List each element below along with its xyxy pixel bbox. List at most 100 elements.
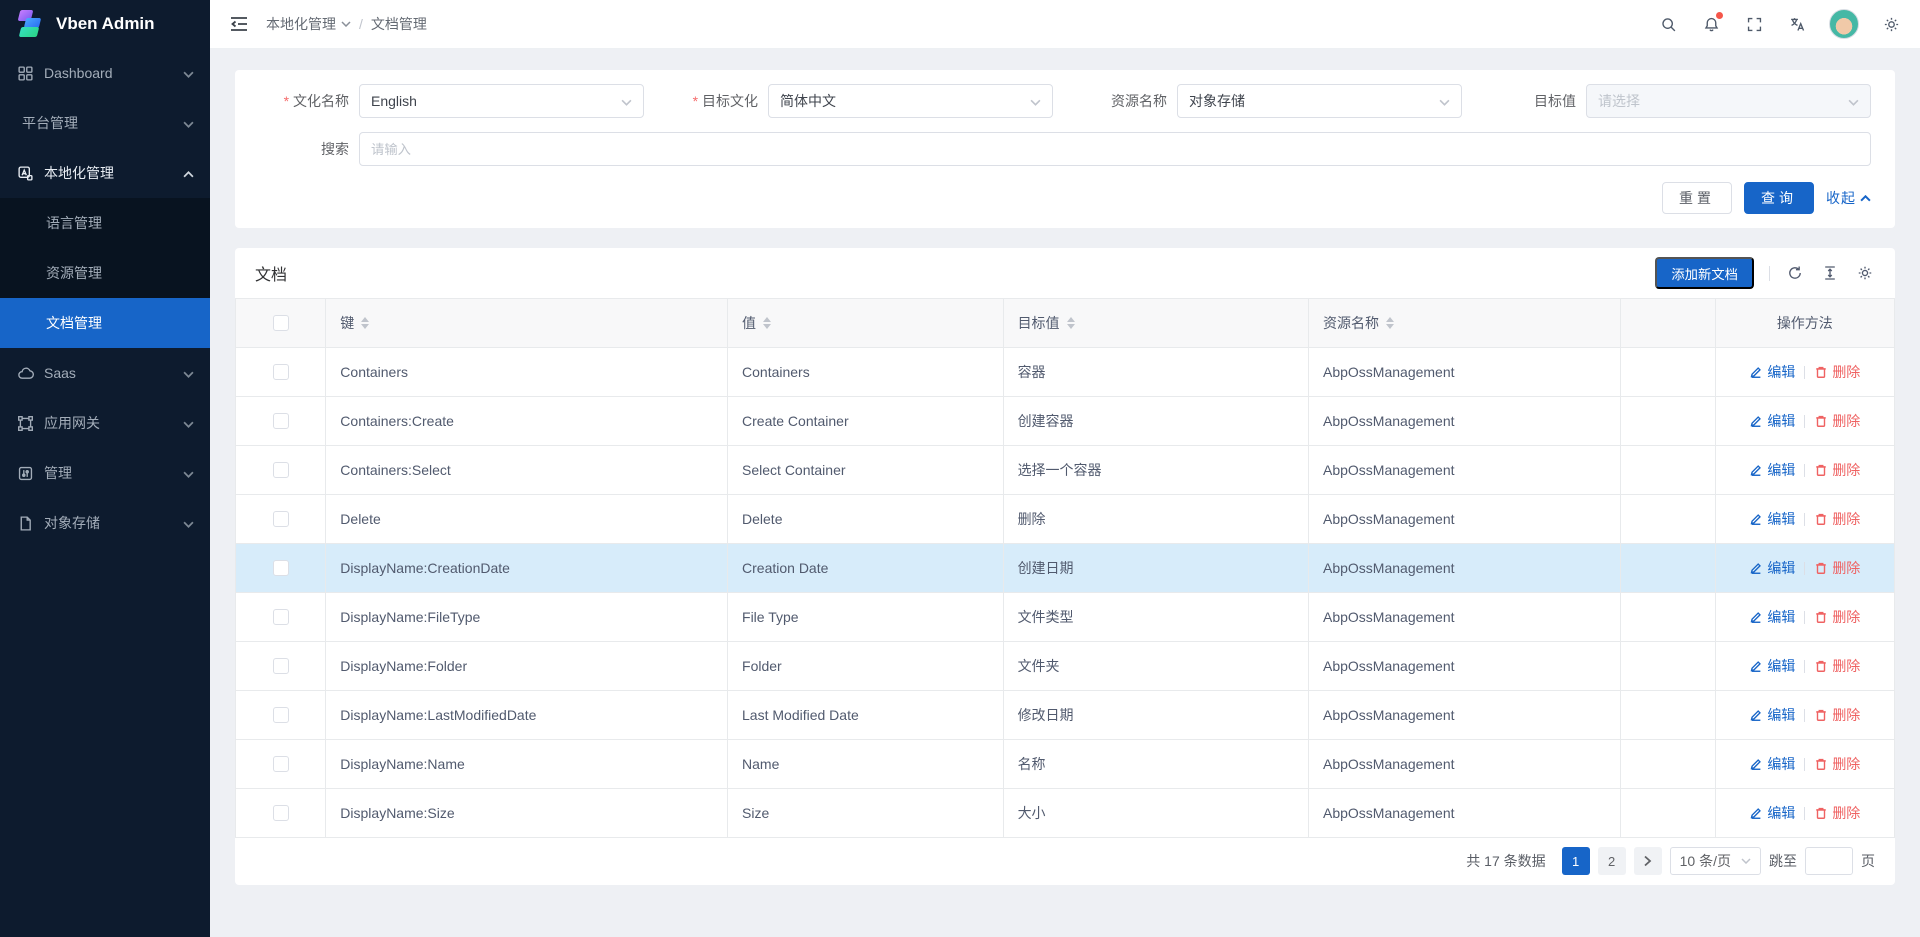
cell-resource: AbpOssManagement [1309,446,1621,495]
fullscreen-icon[interactable] [1743,13,1765,35]
delete-button[interactable]: 删除 [1814,656,1860,676]
file-icon [16,514,34,532]
next-page-button[interactable] [1634,847,1662,875]
toolbar-divider [1769,266,1770,281]
delete-button[interactable]: 删除 [1814,705,1860,725]
page-size-select[interactable]: 10 条/页 [1670,847,1761,875]
column-header-value[interactable]: 值 [728,299,1004,348]
target-value-select[interactable]: 请选择 [1586,84,1871,118]
filter-actions: 重置 查询 收起 [259,182,1871,214]
sidebar-item-management[interactable]: 管理 [0,448,210,498]
cell-value: Name [728,740,1004,789]
column-height-icon[interactable] [1820,263,1840,283]
resource-name-select[interactable]: 对象存储 [1177,84,1462,118]
row-checkbox[interactable] [273,462,289,478]
column-header-target[interactable]: 目标值 [1004,299,1309,348]
delete-button[interactable]: 删除 [1814,362,1860,382]
edit-button[interactable]: 编辑 [1749,411,1795,431]
search-input[interactable] [359,132,1871,166]
bell-icon[interactable] [1700,13,1722,35]
refresh-icon[interactable] [1785,263,1805,283]
jump-page-input[interactable] [1805,847,1853,875]
sidebar-item-resource-management[interactable]: 资源管理 [0,248,210,298]
vben-logo-icon [16,9,46,39]
sidebar-item-platform[interactable]: 平台管理 [0,98,210,148]
sidebar-item-object-storage[interactable]: 对象存储 [0,498,210,548]
pencil-icon [1749,708,1763,722]
delete-button[interactable]: 删除 [1814,803,1860,823]
row-checkbox[interactable] [273,364,289,380]
edit-button[interactable]: 编辑 [1749,558,1795,578]
breadcrumb-current: 文档管理 [371,14,427,34]
delete-button[interactable]: 删除 [1814,411,1860,431]
sidebar-item-saas[interactable]: Saas [0,348,210,398]
delete-button[interactable]: 删除 [1814,607,1860,627]
edit-button[interactable]: 编辑 [1749,656,1795,676]
sort-icon[interactable] [1386,317,1394,329]
filter-resource-name: 资源名称 对象存储 [1077,84,1462,118]
menu-fold-icon[interactable] [228,13,250,35]
delete-button[interactable]: 删除 [1814,509,1860,529]
table-row: DisplayName:FileType File Type 文件类型 AbpO… [235,593,1895,642]
culture-name-select[interactable]: English [359,84,644,118]
documents-table: 键 值 目标值 资源名称 [235,298,1895,838]
search-icon[interactable] [1657,13,1679,35]
edit-button[interactable]: 编辑 [1749,754,1795,774]
cell-target: 文件类型 [1004,593,1309,642]
sidebar-item-localization[interactable]: 本地化管理 [0,148,210,198]
translate-icon[interactable] [1786,13,1808,35]
page-button-2[interactable]: 2 [1598,847,1626,875]
add-document-button[interactable]: 添加新文档 [1655,257,1754,289]
cell-value: Containers [728,348,1004,397]
collapse-toggle[interactable]: 收起 [1826,188,1871,208]
query-button[interactable]: 查询 [1744,182,1814,214]
row-checkbox[interactable] [273,805,289,821]
table-card: 文档 添加新文档 键 值 [235,248,1895,885]
edit-button[interactable]: 编辑 [1749,509,1795,529]
edit-button[interactable]: 编辑 [1749,362,1795,382]
delete-button[interactable]: 删除 [1814,460,1860,480]
sort-icon[interactable] [361,317,369,329]
target-culture-select[interactable]: 简体中文 [768,84,1053,118]
sidebar-item-language-management[interactable]: 语言管理 [0,198,210,248]
pencil-icon [1749,806,1763,820]
row-checkbox[interactable] [273,511,289,527]
cell-resource: AbpOssManagement [1309,348,1621,397]
row-checkbox[interactable] [273,560,289,576]
delete-button[interactable]: 删除 [1814,754,1860,774]
table-row: Containers:Select Select Container 选择一个容… [235,446,1895,495]
gateway-icon [16,414,34,432]
row-checkbox[interactable] [273,609,289,625]
sidebar-item-document-management[interactable]: 文档管理 [0,298,210,348]
delete-button[interactable]: 删除 [1814,558,1860,578]
sidebar-item-dashboard[interactable]: Dashboard [0,48,210,98]
gear-icon[interactable] [1880,13,1902,35]
sort-icon[interactable] [763,317,771,329]
chevron-down-icon [183,515,194,531]
edit-button[interactable]: 编辑 [1749,607,1795,627]
edit-button[interactable]: 编辑 [1749,803,1795,823]
page-unit: 页 [1861,851,1875,871]
column-header-resource[interactable]: 资源名称 [1309,299,1621,348]
row-checkbox[interactable] [273,756,289,772]
table-header-bar: 文档 添加新文档 [235,248,1895,298]
settings-icon[interactable] [1855,263,1875,283]
table-row: DisplayName:LastModifiedDate Last Modifi… [235,691,1895,740]
app-logo[interactable]: Vben Admin [0,0,210,48]
chevron-down-icon [183,115,194,131]
chevron-up-icon [1860,195,1871,202]
select-all-checkbox[interactable] [273,315,289,331]
avatar[interactable] [1829,9,1859,39]
edit-button[interactable]: 编辑 [1749,705,1795,725]
sort-icon[interactable] [1067,317,1075,329]
sidebar-item-gateway[interactable]: 应用网关 [0,398,210,448]
reset-button[interactable]: 重置 [1662,182,1732,214]
breadcrumb-parent[interactable]: 本地化管理 [266,14,351,34]
trash-icon [1814,659,1828,673]
column-header-key[interactable]: 键 [326,299,728,348]
page-button-1[interactable]: 1 [1562,847,1590,875]
row-checkbox[interactable] [273,413,289,429]
row-checkbox[interactable] [273,658,289,674]
row-checkbox[interactable] [273,707,289,723]
edit-button[interactable]: 编辑 [1749,460,1795,480]
